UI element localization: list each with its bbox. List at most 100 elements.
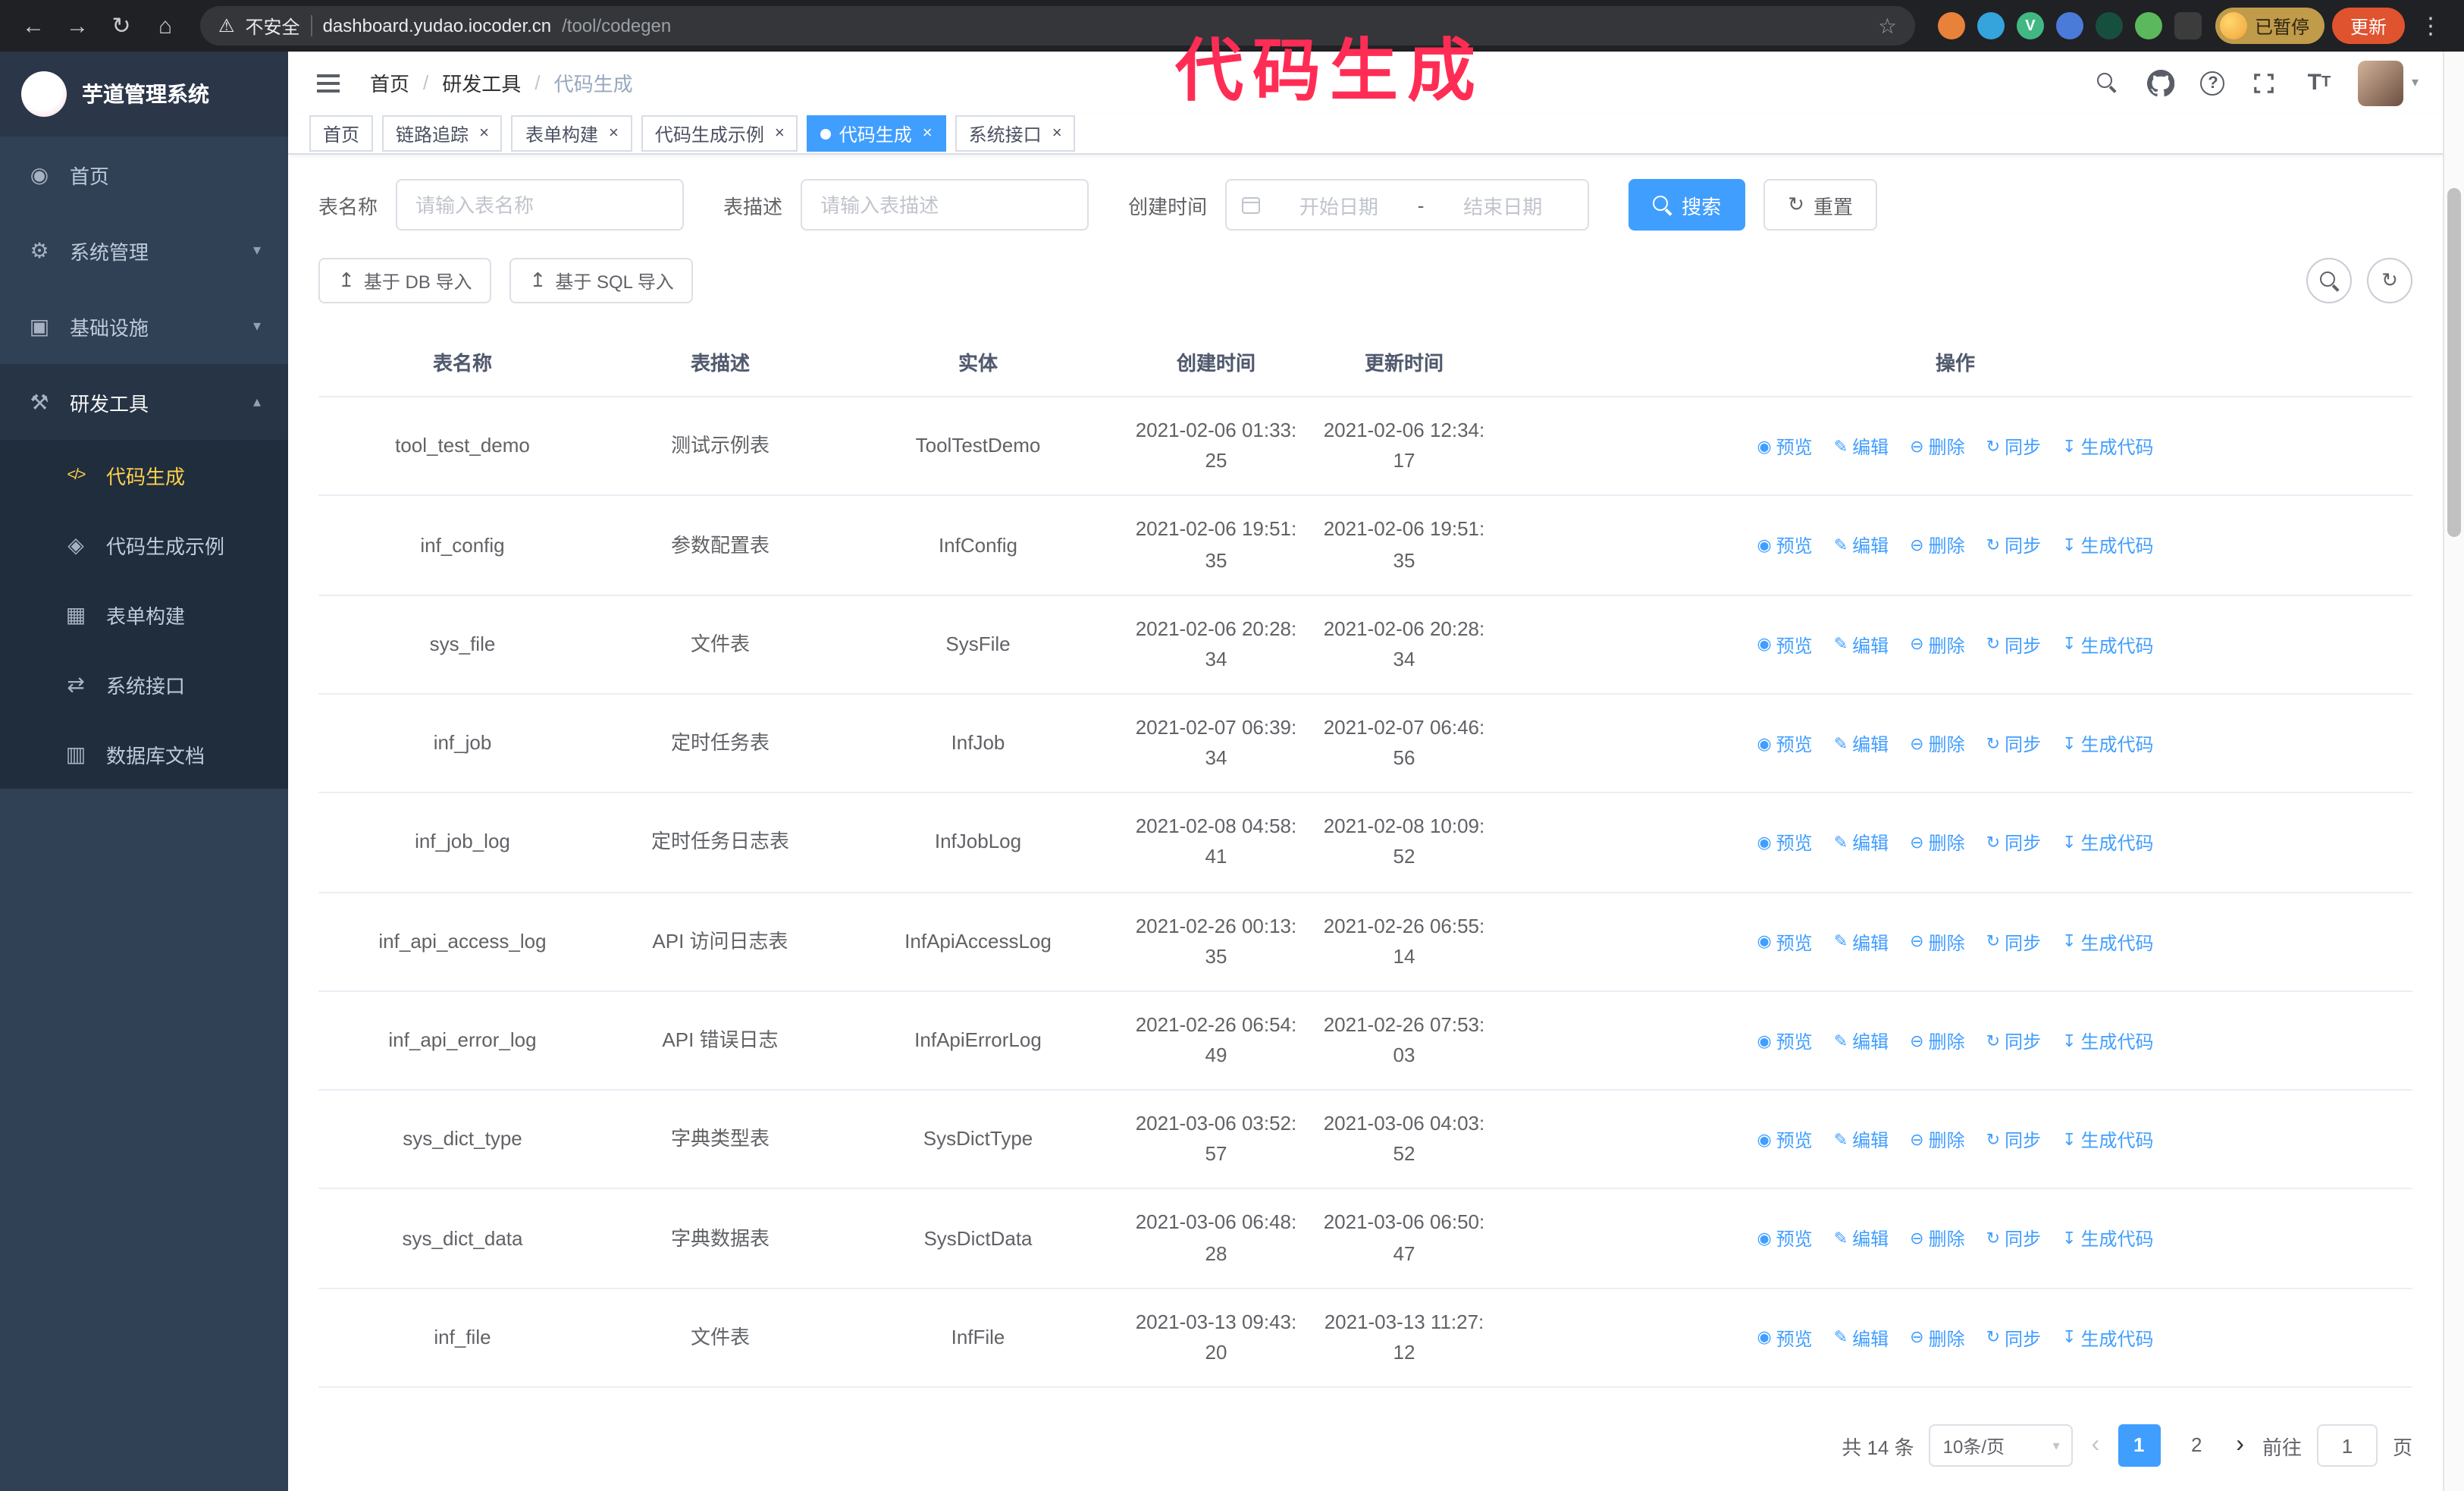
- close-icon[interactable]: ×: [609, 125, 619, 143]
- action-generate[interactable]: ↧ 生成代码: [2062, 533, 2153, 561]
- action-edit[interactable]: ✎ 编辑: [1834, 1325, 1889, 1353]
- extension-screen-icon[interactable]: [2095, 12, 2123, 39]
- toggle-search-button[interactable]: [2306, 258, 2352, 304]
- reset-button[interactable]: ↻ 重置: [1763, 179, 1877, 231]
- profile-chip[interactable]: 已暂停: [2215, 8, 2324, 44]
- refresh-table-button[interactable]: ↻: [2367, 258, 2412, 304]
- bookmark-star-icon[interactable]: ☆: [1878, 13, 1897, 39]
- prev-page-icon[interactable]: ‹: [2089, 1432, 2103, 1459]
- action-generate[interactable]: ↧ 生成代码: [2062, 434, 2153, 462]
- action-preview[interactable]: ◉ 预览: [1757, 731, 1812, 759]
- action-preview[interactable]: ◉ 预览: [1757, 1127, 1812, 1155]
- action-edit[interactable]: ✎ 编辑: [1834, 533, 1889, 561]
- back-icon[interactable]: ←: [15, 8, 52, 44]
- fullscreen-icon[interactable]: [2249, 66, 2280, 99]
- page-2[interactable]: 2: [2175, 1424, 2218, 1467]
- tab-api[interactable]: 系统接口 ×: [955, 115, 1076, 152]
- action-delete[interactable]: ⊖ 删除: [1910, 434, 1964, 462]
- action-preview[interactable]: ◉ 预览: [1757, 1226, 1812, 1254]
- action-sync[interactable]: ↻ 同步: [1986, 929, 2041, 957]
- sidebar-item-form-build[interactable]: ▦ 表单构建: [0, 579, 288, 649]
- table-name-input[interactable]: [396, 179, 685, 231]
- sidebar-item-home[interactable]: ◉ 首页: [0, 137, 288, 212]
- action-delete[interactable]: ⊖ 删除: [1910, 1127, 1964, 1155]
- action-delete[interactable]: ⊖ 删除: [1910, 929, 1964, 957]
- tab-codegen-example[interactable]: 代码生成示例 ×: [641, 115, 798, 152]
- font-size-icon[interactable]: TT: [2304, 66, 2334, 99]
- scrollbar[interactable]: [2443, 52, 2464, 1491]
- action-delete[interactable]: ⊖ 删除: [1910, 830, 1964, 859]
- tab-tracer[interactable]: 链路追踪 ×: [382, 115, 503, 152]
- action-delete[interactable]: ⊖ 删除: [1910, 1028, 1964, 1056]
- import-sql-button[interactable]: ↥ 基于 SQL 导入: [509, 258, 694, 304]
- search-icon[interactable]: [2092, 66, 2122, 99]
- action-generate[interactable]: ↧ 生成代码: [2062, 1127, 2153, 1155]
- next-page-icon[interactable]: ›: [2233, 1432, 2247, 1459]
- help-icon[interactable]: ?: [2200, 71, 2225, 96]
- action-sync[interactable]: ↻ 同步: [1986, 533, 2041, 561]
- action-edit[interactable]: ✎ 编辑: [1834, 929, 1889, 957]
- action-generate[interactable]: ↧ 生成代码: [2062, 1325, 2153, 1353]
- browser-menu-icon[interactable]: ⋮: [2412, 8, 2449, 44]
- app-logo[interactable]: 芋道管理系统: [0, 52, 288, 137]
- breadcrumb-item-home[interactable]: 首页: [370, 68, 409, 97]
- home-icon[interactable]: ⌂: [147, 8, 183, 44]
- action-generate[interactable]: ↧ 生成代码: [2062, 1226, 2153, 1254]
- close-icon[interactable]: ×: [1052, 125, 1062, 143]
- action-delete[interactable]: ⊖ 删除: [1910, 1325, 1964, 1353]
- user-menu[interactable]: ▾: [2358, 60, 2419, 106]
- action-delete[interactable]: ⊖ 删除: [1910, 731, 1964, 759]
- action-edit[interactable]: ✎ 编辑: [1834, 731, 1889, 759]
- close-icon[interactable]: ×: [479, 125, 489, 143]
- action-delete[interactable]: ⊖ 删除: [1910, 1226, 1964, 1254]
- action-sync[interactable]: ↻ 同步: [1986, 632, 2041, 660]
- action-generate[interactable]: ↧ 生成代码: [2062, 731, 2153, 759]
- action-edit[interactable]: ✎ 编辑: [1834, 830, 1889, 859]
- table-desc-input[interactable]: [801, 179, 1089, 231]
- action-sync[interactable]: ↻ 同步: [1986, 1226, 2041, 1254]
- import-db-button[interactable]: ↥ 基于 DB 导入: [318, 258, 492, 304]
- action-preview[interactable]: ◉ 预览: [1757, 1325, 1812, 1353]
- browser-update-button[interactable]: 更新: [2331, 8, 2405, 44]
- forward-icon[interactable]: →: [59, 8, 96, 44]
- action-preview[interactable]: ◉ 预览: [1757, 830, 1812, 859]
- hamburger-icon[interactable]: [312, 66, 343, 99]
- action-preview[interactable]: ◉ 预览: [1757, 434, 1812, 462]
- action-edit[interactable]: ✎ 编辑: [1834, 632, 1889, 660]
- sidebar-item-api[interactable]: ⇄ 系统接口: [0, 649, 288, 719]
- action-edit[interactable]: ✎ 编辑: [1834, 1127, 1889, 1155]
- close-icon[interactable]: ×: [923, 125, 933, 143]
- action-preview[interactable]: ◉ 预览: [1757, 929, 1812, 957]
- date-range-picker[interactable]: 开始日期 - 结束日期: [1225, 179, 1590, 231]
- sidebar-item-devtools[interactable]: ⚒ 研发工具 ▴: [0, 364, 288, 440]
- action-edit[interactable]: ✎ 编辑: [1834, 1226, 1889, 1254]
- sidebar-item-codegen-example[interactable]: ◈ 代码生成示例: [0, 510, 288, 579]
- extension-fox-icon[interactable]: [1937, 12, 1965, 39]
- search-button[interactable]: 搜索: [1629, 179, 1746, 231]
- tab-form-build[interactable]: 表单构建 ×: [511, 115, 632, 152]
- scrollbar-thumb[interactable]: [2447, 188, 2461, 537]
- action-edit[interactable]: ✎ 编辑: [1834, 434, 1889, 462]
- sidebar-item-system[interactable]: ⚙ 系统管理 ▾: [0, 212, 288, 288]
- action-delete[interactable]: ⊖ 删除: [1910, 533, 1964, 561]
- action-edit[interactable]: ✎ 编辑: [1834, 1028, 1889, 1056]
- action-sync[interactable]: ↻ 同步: [1986, 1028, 2041, 1056]
- sidebar-item-codegen[interactable]: </> 代码生成: [0, 440, 288, 510]
- github-icon[interactable]: [2146, 66, 2177, 99]
- extension-vue-devtools-icon[interactable]: V: [2016, 12, 2044, 39]
- extension-puzzle-icon[interactable]: [2174, 12, 2202, 39]
- sidebar-item-db-doc[interactable]: ▥ 数据库文档: [0, 719, 288, 789]
- action-generate[interactable]: ↧ 生成代码: [2062, 830, 2153, 859]
- breadcrumb-item-devtools[interactable]: 研发工具: [442, 68, 521, 97]
- extension-people-grid-icon[interactable]: [2055, 12, 2083, 39]
- address-bar[interactable]: ⚠ 不安全 dashboard.yudao.iocoder.cn /tool/c…: [200, 6, 1915, 46]
- extension-drop-icon[interactable]: [1977, 12, 2005, 39]
- action-sync[interactable]: ↻ 同步: [1986, 1127, 2041, 1155]
- action-preview[interactable]: ◉ 预览: [1757, 632, 1812, 660]
- action-generate[interactable]: ↧ 生成代码: [2062, 1028, 2153, 1056]
- page-size-select[interactable]: 10条/页 ▾: [1929, 1424, 2074, 1467]
- tab-home[interactable]: 首页: [309, 115, 374, 152]
- action-preview[interactable]: ◉ 预览: [1757, 533, 1812, 561]
- action-preview[interactable]: ◉ 预览: [1757, 1028, 1812, 1056]
- action-generate[interactable]: ↧ 生成代码: [2062, 632, 2153, 660]
